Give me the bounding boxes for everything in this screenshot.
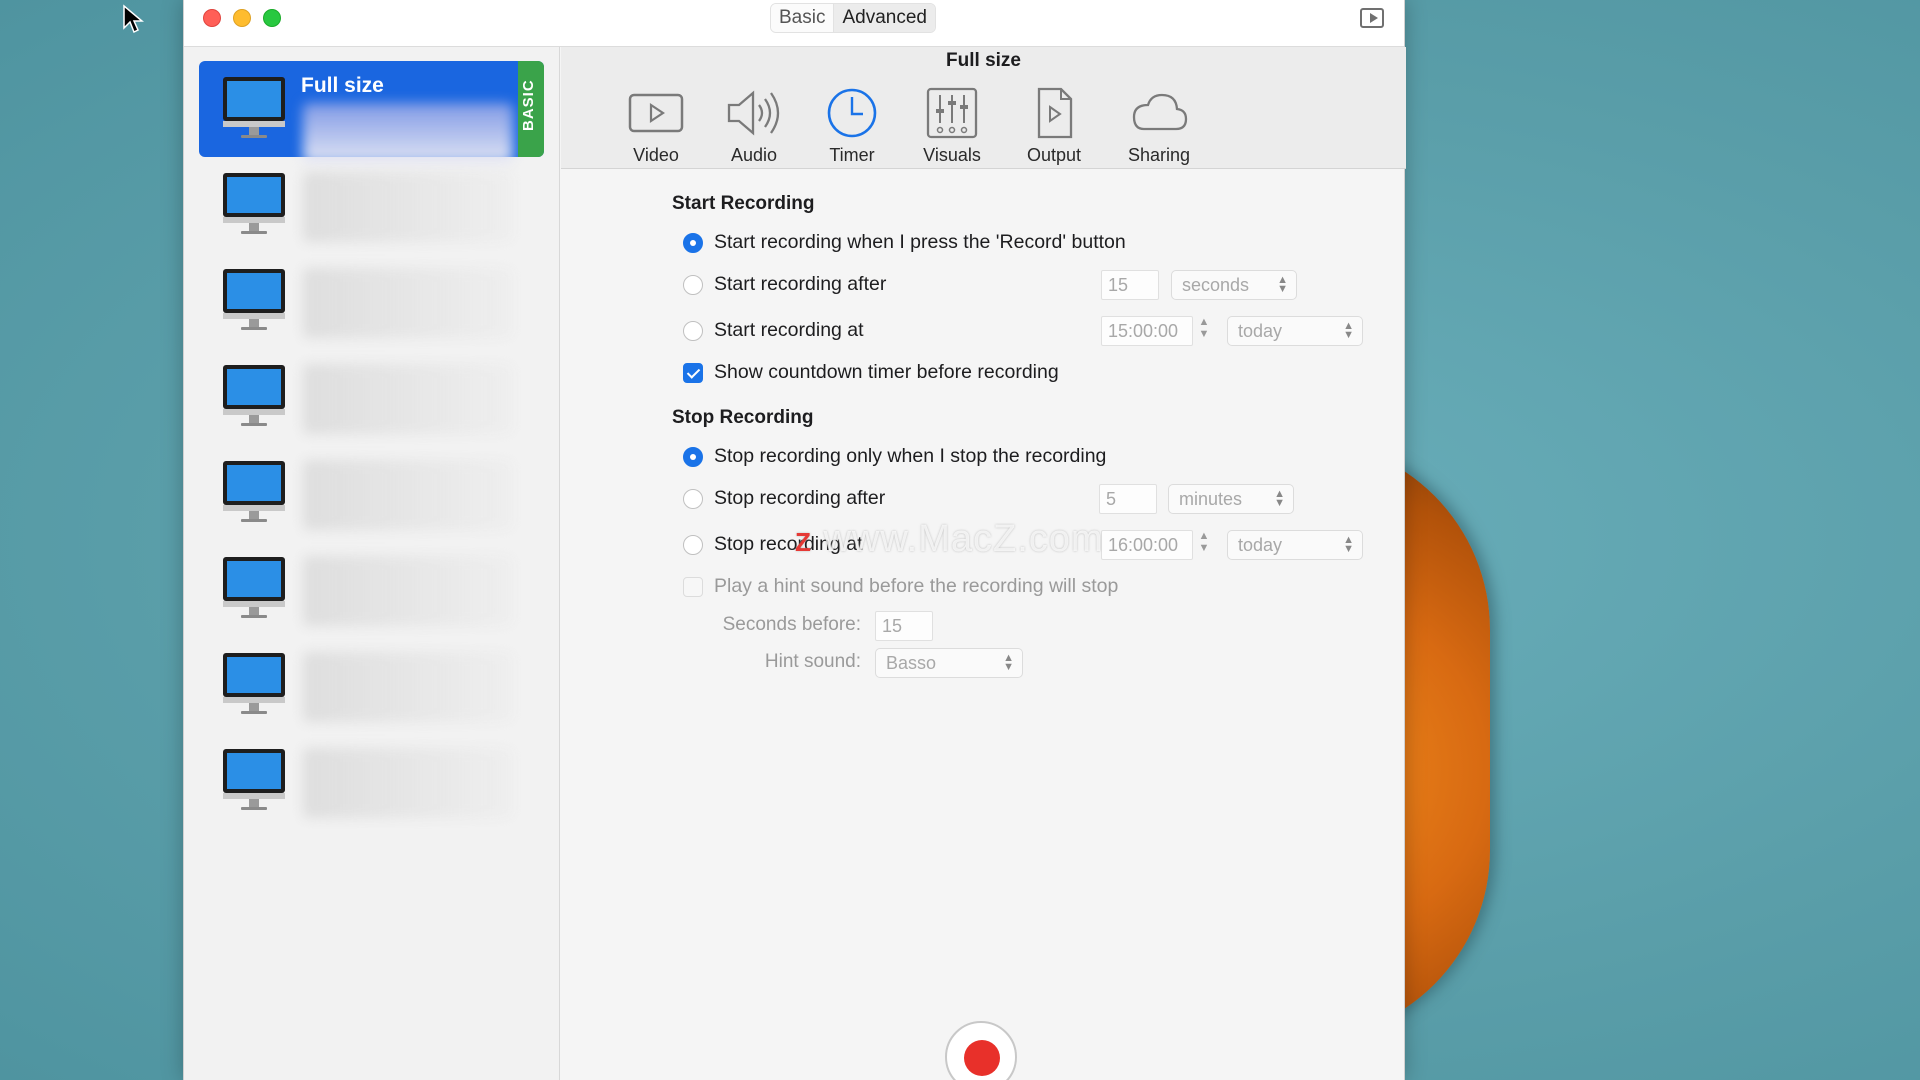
tab-visuals[interactable]: Visuals <box>907 87 997 166</box>
updown-arrows-icon: ▲ ▼ <box>1343 534 1354 555</box>
radio-stop-manual[interactable] <box>683 446 703 467</box>
start-option-at[interactable]: Start recording at <box>683 319 864 342</box>
monitor-icon <box>223 269 285 330</box>
stop-at-day-popup[interactable]: today ▲ ▼ <box>1227 530 1363 560</box>
stop-option-after[interactable]: Stop recording after <box>683 487 885 510</box>
seconds-before-label: Seconds before: <box>722 614 861 635</box>
mode-advanced[interactable]: Advanced <box>833 4 935 32</box>
monitor-icon <box>223 461 285 522</box>
settings-panel: Full size Video Audio Timer Visuals Outp… <box>561 47 1406 1080</box>
preset-item[interactable] <box>199 349 544 445</box>
cloud-icon <box>1132 93 1188 131</box>
radio-start-press[interactable] <box>683 232 703 253</box>
preset-label-redacted <box>303 460 513 530</box>
watermark: Z www.MacZ.com <box>795 518 1104 560</box>
preset-label-redacted <box>303 748 513 818</box>
preset-label-redacted <box>303 364 513 434</box>
timer-settings: Start Recording Start recording when I p… <box>561 170 1406 1080</box>
tab-timer[interactable]: Timer <box>807 87 897 166</box>
speaker-icon <box>727 90 780 136</box>
video-icon <box>628 93 684 133</box>
preset-item[interactable] <box>199 637 544 733</box>
hint-sound-label: Hint sound: <box>764 651 861 672</box>
updown-arrows-icon: ▲ ▼ <box>1343 320 1354 341</box>
document-play-icon <box>1037 87 1073 139</box>
record-dot-icon <box>964 1040 1000 1076</box>
mode-basic[interactable]: Basic <box>771 4 834 32</box>
monitor-icon <box>223 77 285 138</box>
preset-description-redacted <box>303 103 513 163</box>
start-after-unit-popup[interactable]: seconds ▲ ▼ <box>1171 270 1297 300</box>
start-option-press[interactable]: Start recording when I press the 'Record… <box>683 231 1126 254</box>
preset-label-redacted <box>303 556 513 626</box>
start-time-stepper[interactable]: ▲ ▼ <box>1196 316 1212 346</box>
hint-sound-popup[interactable]: Basso ▲ ▼ <box>875 648 1023 678</box>
preset-item[interactable] <box>199 253 544 349</box>
monitor-icon <box>223 173 285 234</box>
updown-arrows-icon: ▲ ▼ <box>1003 652 1014 673</box>
preset-item[interactable] <box>199 733 544 829</box>
radio-start-at[interactable] <box>683 320 703 341</box>
mode-segmented-control: Basic Advanced <box>770 3 936 33</box>
app-window: Basic Advanced Full size BASIC Full size… <box>183 0 1406 1080</box>
preset-title: Full size <box>946 50 1021 71</box>
hint-sound-checkbox[interactable] <box>683 576 703 597</box>
preset-label-redacted <box>303 268 513 338</box>
stop-at-time-field[interactable]: 16:00:00 <box>1101 530 1193 560</box>
monitor-icon <box>223 557 285 618</box>
countdown-option[interactable]: Show countdown timer before recording <box>683 361 1059 384</box>
sliders-icon <box>926 87 978 139</box>
preset-item-full-size[interactable]: Full size BASIC <box>199 61 544 163</box>
preset-name: Full size <box>301 74 384 97</box>
tab-audio[interactable]: Audio <box>709 87 799 166</box>
radio-stop-at[interactable] <box>683 534 703 555</box>
close-window-button[interactable] <box>203 9 221 27</box>
hint-sound-option[interactable]: Play a hint sound before the recording w… <box>683 575 1118 598</box>
preview-play-icon[interactable] <box>1360 8 1384 28</box>
settings-toolbar: Full size Video Audio Timer Visuals Outp… <box>561 47 1406 169</box>
monitor-icon <box>223 653 285 714</box>
preset-item[interactable] <box>199 541 544 637</box>
start-recording-heading: Start Recording <box>672 193 815 214</box>
basic-badge: BASIC <box>518 61 544 157</box>
watermark-logo-icon: Z <box>795 527 812 557</box>
preset-label-redacted <box>303 652 513 722</box>
tab-output[interactable]: Output <box>1009 87 1099 166</box>
clock-icon <box>827 88 877 138</box>
monitor-icon <box>223 365 285 426</box>
radio-start-after[interactable] <box>683 274 703 295</box>
stop-after-value-field[interactable]: 5 <box>1099 484 1157 514</box>
minimize-window-button[interactable] <box>233 9 251 27</box>
preset-item[interactable] <box>199 445 544 541</box>
monitor-icon <box>223 749 285 810</box>
updown-arrows-icon: ▲ ▼ <box>1277 274 1288 295</box>
countdown-checkbox[interactable] <box>683 362 703 383</box>
updown-arrows-icon: ▲ ▼ <box>1274 488 1285 509</box>
tab-sharing[interactable]: Sharing <box>1114 87 1204 166</box>
mouse-pointer-icon <box>123 4 144 34</box>
start-after-value-field[interactable]: 15 <box>1101 270 1159 300</box>
stop-time-stepper[interactable]: ▲ ▼ <box>1196 530 1212 560</box>
radio-stop-after[interactable] <box>683 488 703 509</box>
preset-item[interactable] <box>199 157 544 253</box>
start-at-day-popup[interactable]: today ▲ ▼ <box>1227 316 1363 346</box>
preset-sidebar: Full size BASIC <box>184 47 560 1080</box>
start-at-time-field[interactable]: 15:00:00 <box>1101 316 1193 346</box>
title-bar: Basic Advanced <box>184 0 1404 47</box>
seconds-before-field[interactable]: 15 <box>875 611 933 641</box>
stop-after-unit-popup[interactable]: minutes ▲ ▼ <box>1168 484 1294 514</box>
stop-option-manual[interactable]: Stop recording only when I stop the reco… <box>683 445 1106 468</box>
start-option-after[interactable]: Start recording after <box>683 273 886 296</box>
preset-label-redacted <box>303 172 513 242</box>
zoom-window-button[interactable] <box>263 9 281 27</box>
stop-recording-heading: Stop Recording <box>672 407 814 428</box>
tab-video[interactable]: Video <box>611 87 701 166</box>
